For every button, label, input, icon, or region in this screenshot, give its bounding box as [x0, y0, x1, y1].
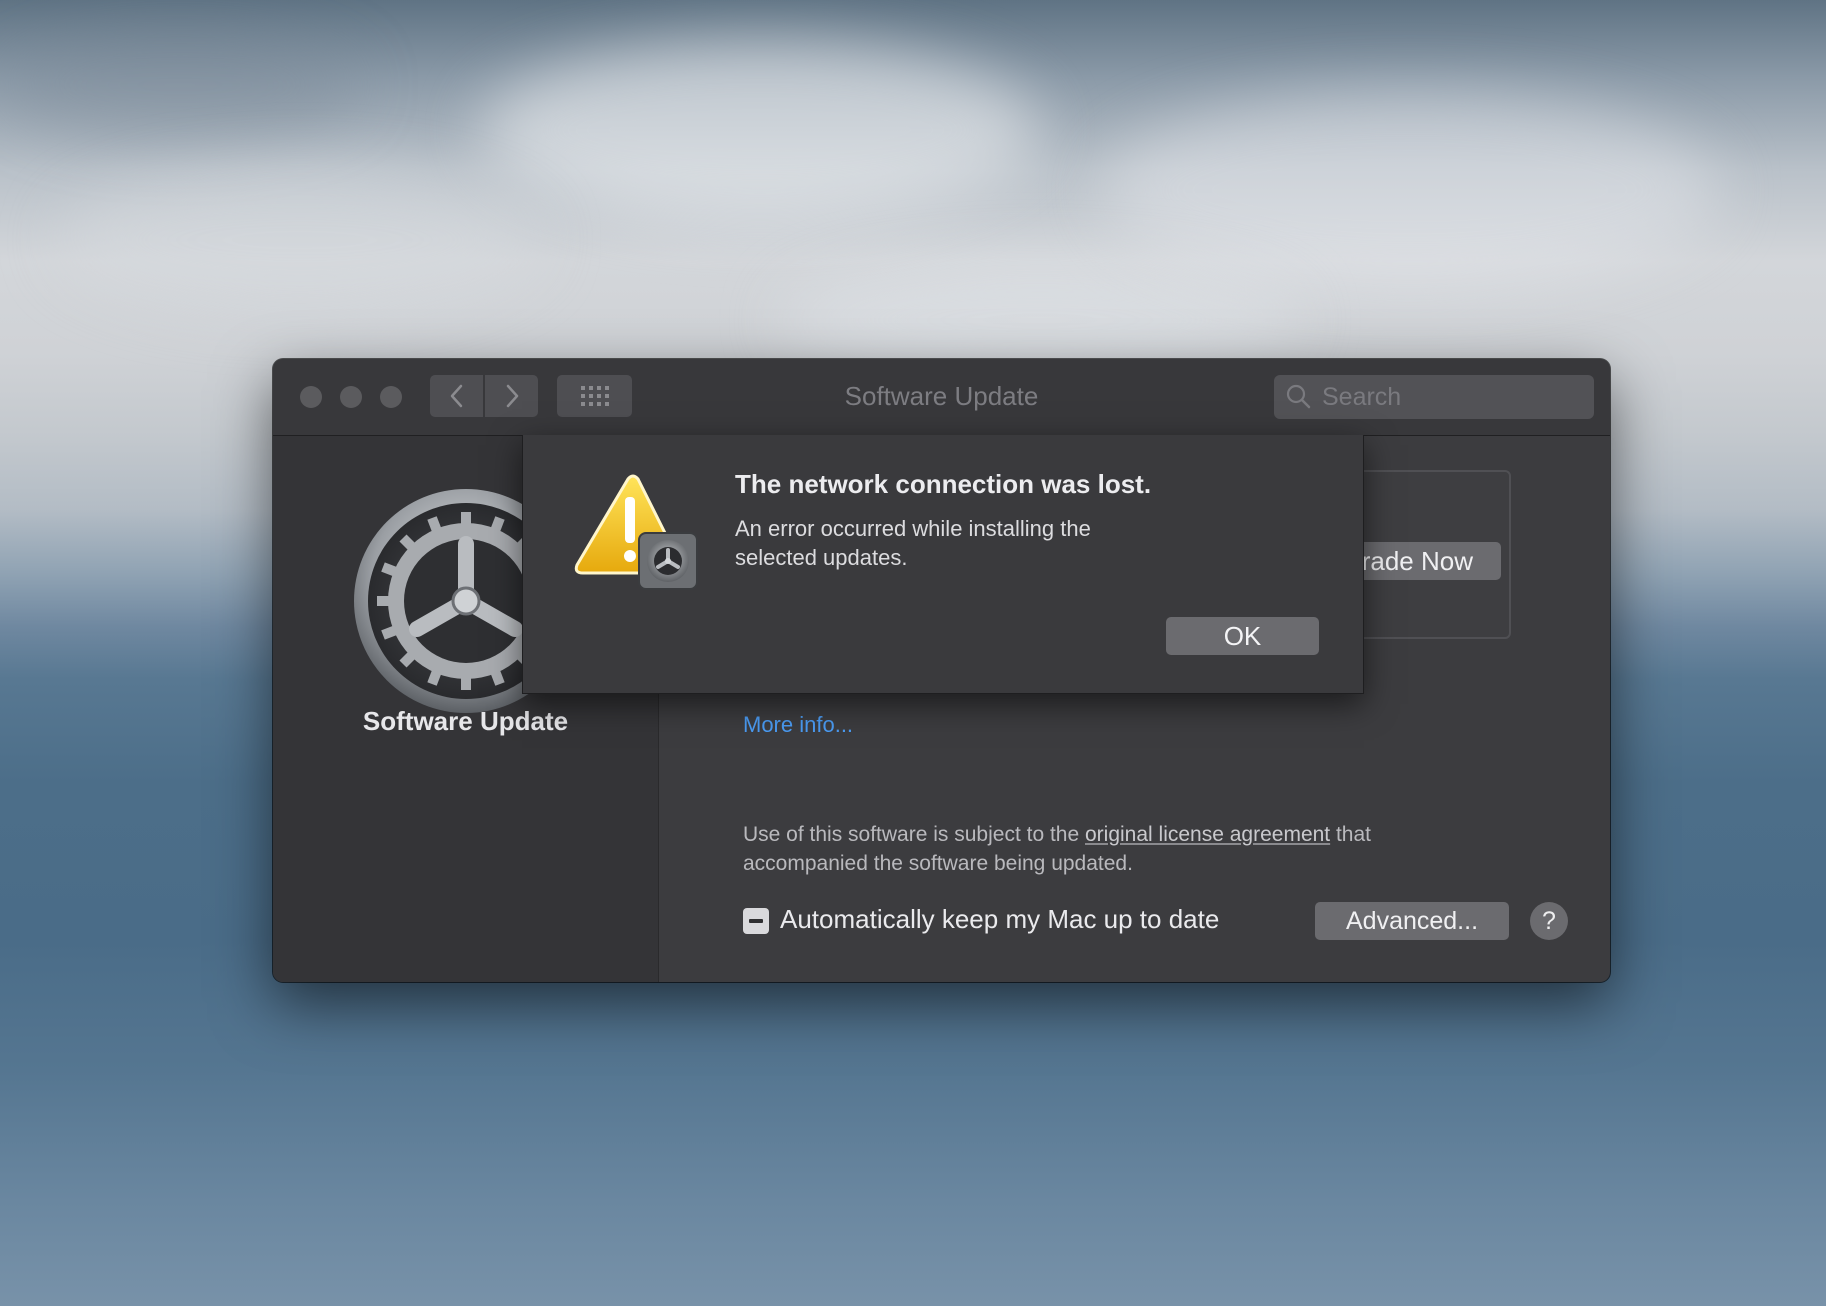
alert-title: The network connection was lost.: [735, 469, 1152, 499]
license-text: Use of this software is subject to the o…: [743, 820, 1463, 878]
background-cloud: [480, 40, 1040, 220]
background-cloud: [1100, 90, 1720, 290]
more-info-link[interactable]: More info...: [743, 712, 853, 738]
warning-icon: [574, 474, 698, 590]
sidebar-title: Software Update: [362, 706, 569, 736]
search-placeholder: Search: [1322, 382, 1402, 411]
titlebar: Software Update Search: [273, 359, 1610, 436]
license-agreement-link[interactable]: original license agreement: [1085, 823, 1330, 846]
alert-sheet: The network connection was lost. An erro…: [522, 435, 1364, 694]
alert-icon: [573, 473, 703, 593]
search-icon: [1286, 384, 1311, 409]
search-field[interactable]: Search: [1274, 375, 1594, 419]
background-cloud: [0, 30, 360, 140]
background-cloud: [60, 170, 540, 310]
advanced-button[interactable]: Advanced...: [1315, 902, 1509, 940]
ok-button[interactable]: OK: [1166, 617, 1319, 655]
license-prefix: Use of this software is subject to the: [743, 823, 1085, 846]
help-button[interactable]: ?: [1530, 902, 1568, 940]
alert-message: An error occurred while installing the s…: [735, 516, 1091, 570]
auto-update-label[interactable]: Automatically keep my Mac up to date: [780, 904, 1219, 935]
auto-update-checkbox[interactable]: [743, 908, 769, 934]
